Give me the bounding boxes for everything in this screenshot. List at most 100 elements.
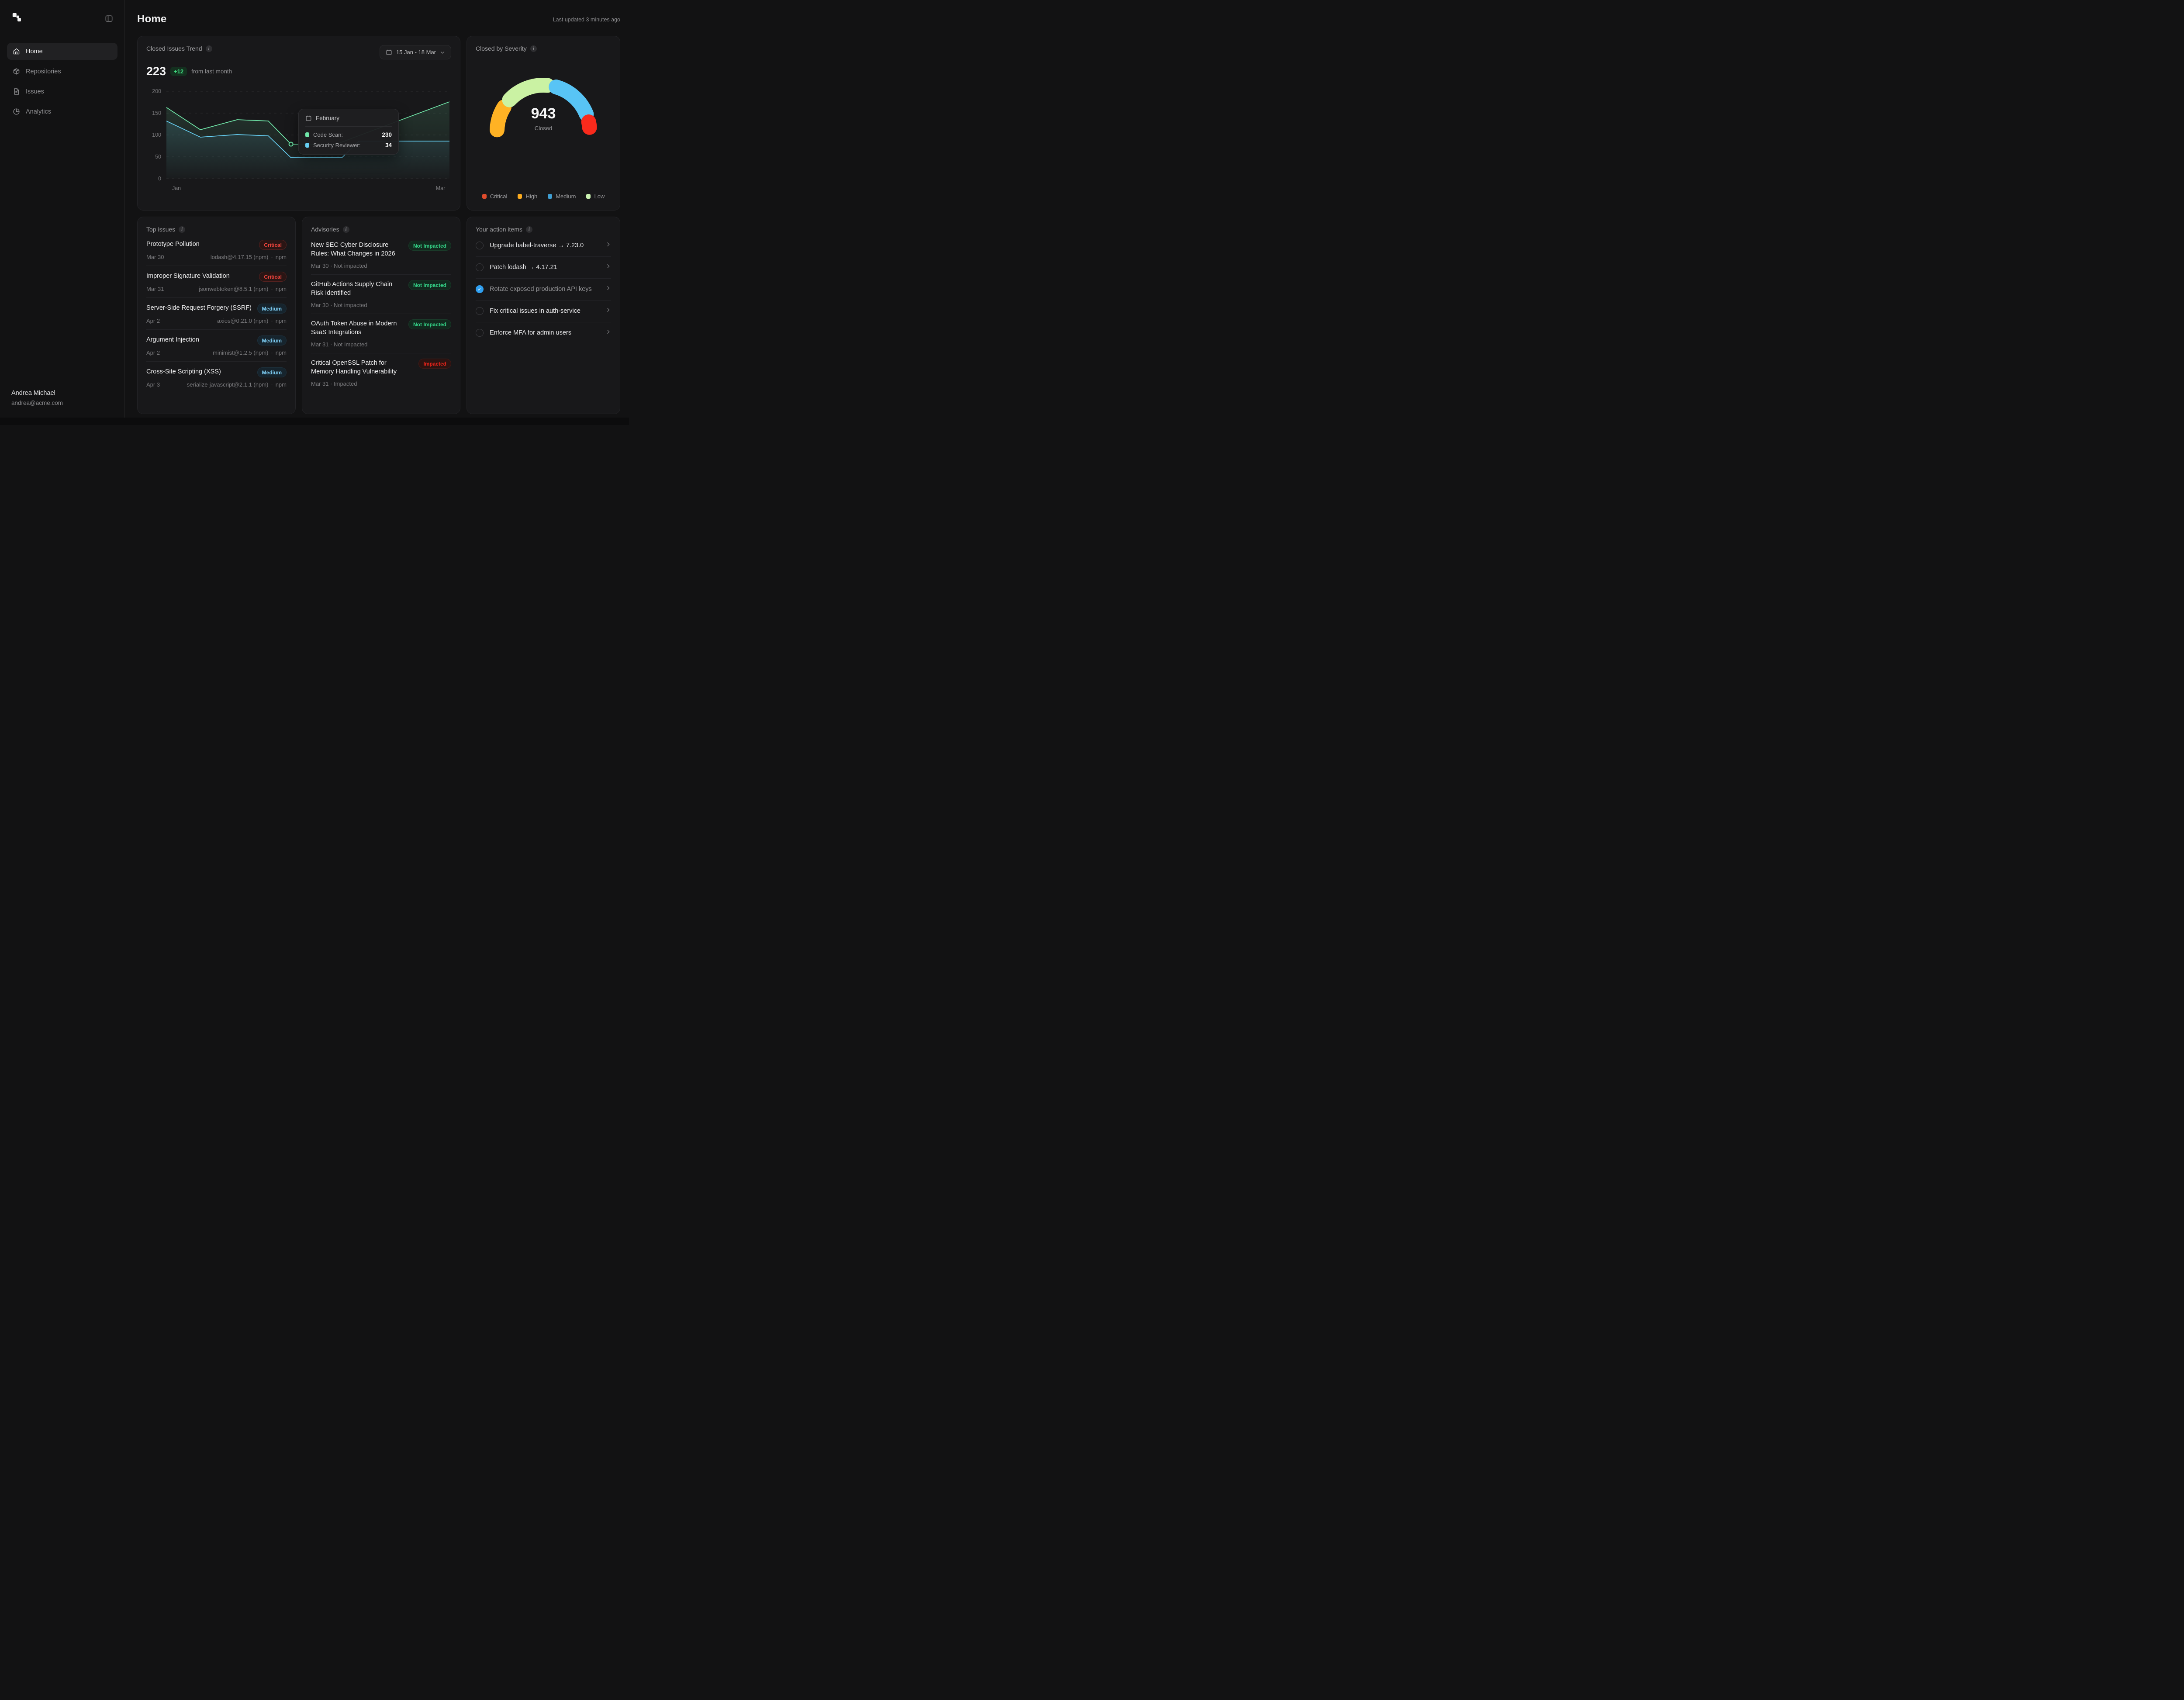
user-email: andrea@acme.com	[11, 400, 63, 406]
app-logo-icon	[11, 11, 23, 25]
action-item-row[interactable]: Enforce MFA for admin users	[476, 322, 611, 344]
advisory-title: New SEC Cyber Disclosure Rules: What Cha…	[311, 241, 404, 258]
legend-item-critical[interactable]: Critical	[482, 193, 508, 200]
svg-text:150: 150	[152, 110, 161, 116]
advisory-meta: Mar 30 · Not impacted	[311, 263, 451, 269]
chevron-right-icon	[605, 285, 611, 293]
checkbox-unchecked[interactable]	[476, 263, 484, 271]
advisories-card: Advisories i New SEC Cyber Disclosure Ru…	[302, 217, 460, 414]
issue-row[interactable]: Cross-Site Scripting (XSS) Medium Apr 3 …	[146, 362, 287, 393]
tooltip-label: Code Scan:	[313, 131, 343, 138]
advisories-title: Advisories	[311, 226, 339, 233]
severity-card-title: Closed by Severity	[476, 45, 527, 52]
advisory-meta: Mar 31 · Not Impacted	[311, 341, 451, 348]
issue-source: npm	[276, 286, 287, 292]
top-issues-list: Prototype Pollution Critical Mar 30 loda…	[146, 233, 287, 393]
info-icon[interactable]: i	[526, 226, 532, 233]
package-icon	[13, 68, 20, 75]
user-info[interactable]: Andrea Michael andrea@acme.com	[11, 390, 63, 406]
delta-note: from last month	[191, 68, 232, 75]
issue-package: serialize-javascript@2.1.1 (npm)	[187, 381, 269, 388]
issue-title: Cross-Site Scripting (XSS)	[146, 367, 221, 376]
issue-date: Apr 2	[146, 318, 160, 324]
tooltip-label: Security Reviewer:	[313, 142, 360, 149]
info-icon[interactable]: i	[179, 226, 185, 233]
tooltip-row: Code Scan: 230	[305, 131, 392, 138]
info-icon[interactable]: i	[206, 45, 212, 52]
info-icon[interactable]: i	[343, 226, 349, 233]
issue-date: Mar 31	[146, 286, 164, 292]
chevron-right-icon	[605, 307, 611, 315]
advisory-meta: Mar 30 · Not impacted	[311, 302, 451, 308]
checkbox-unchecked[interactable]	[476, 307, 484, 315]
action-items-card: Your action items i Upgrade babel-traver…	[467, 217, 620, 414]
closed-issues-trend-card: Closed Issues Trend i 15 Jan - 18 Mar	[137, 36, 460, 211]
impact-badge: Not Impacted	[408, 319, 451, 329]
issue-title: Prototype Pollution	[146, 240, 200, 249]
action-item-row[interactable]: Fix critical issues in auth-service	[476, 301, 611, 322]
advisory-meta: Mar 31 · Impacted	[311, 380, 451, 387]
advisory-row[interactable]: Critical OpenSSL Patch for Memory Handli…	[311, 353, 451, 392]
date-range-selector[interactable]: 15 Jan - 18 Mar	[380, 45, 451, 59]
sidebar-item-label: Home	[26, 48, 43, 55]
severity-badge: Critical	[259, 272, 287, 282]
security-reviewer-swatch	[305, 143, 309, 148]
legend-item-low[interactable]: Low	[586, 193, 605, 200]
sidebar-item-repositories[interactable]: Repositories	[7, 63, 117, 80]
date-range-label: 15 Jan - 18 Mar	[396, 49, 436, 55]
advisory-row[interactable]: New SEC Cyber Disclosure Rules: What Cha…	[311, 233, 451, 275]
issue-row[interactable]: Server-Side Request Forgery (SSRF) Mediu…	[146, 298, 287, 330]
window-bottom-strip	[0, 418, 629, 425]
closed-issues-count: 223	[146, 65, 166, 78]
action-item-row[interactable]: Upgrade babel-traverse → 7.23.0	[476, 233, 611, 257]
checkbox-unchecked[interactable]	[476, 242, 484, 249]
checkbox-checked[interactable]: ✓	[476, 285, 484, 293]
action-items-list: Upgrade babel-traverse → 7.23.0 Patch lo…	[476, 233, 611, 344]
action-item-row[interactable]: Patch lodash → 4.17.21	[476, 257, 611, 279]
action-label: Fix critical issues in auth-service	[490, 308, 581, 314]
user-name: Andrea Michael	[11, 390, 63, 397]
tooltip-row: Security Reviewer: 34	[305, 142, 392, 149]
issue-row[interactable]: Argument Injection Medium Apr 2 minimist…	[146, 330, 287, 362]
issue-source: npm	[276, 254, 287, 260]
delta-badge: +12	[170, 67, 187, 76]
sidebar-item-label: Repositories	[26, 68, 61, 75]
issue-row[interactable]: Improper Signature Validation Critical M…	[146, 266, 287, 298]
legend-item-medium[interactable]: Medium	[548, 193, 576, 200]
action-item-row[interactable]: ✓ Rotate exposed production API keys	[476, 279, 611, 301]
advisory-row[interactable]: GitHub Actions Supply Chain Risk Identif…	[311, 275, 451, 314]
pie-chart-icon	[13, 108, 20, 115]
issue-title: Server-Side Request Forgery (SSRF)	[146, 304, 252, 312]
severity-badge: Medium	[257, 304, 287, 314]
severity-badge: Critical	[259, 240, 287, 250]
sidebar-item-issues[interactable]: Issues	[7, 83, 117, 100]
chevron-right-icon	[605, 329, 611, 337]
svg-text:Jan: Jan	[172, 185, 181, 191]
home-icon	[13, 48, 20, 55]
sidebar-item-home[interactable]: Home	[7, 43, 117, 60]
tooltip-value: 34	[385, 142, 392, 149]
issue-package: jsonwebtoken@8.5.1 (npm)	[199, 286, 268, 292]
last-updated-text: Last updated 3 minutes ago	[553, 17, 620, 23]
advisory-row[interactable]: OAuth Token Abuse in Modern SaaS Integra…	[311, 314, 451, 353]
svg-text:200: 200	[152, 88, 161, 94]
code-scan-swatch	[305, 132, 309, 137]
legend-item-high[interactable]: High	[518, 193, 537, 200]
sidebar-nav: Home Repositories Issues	[7, 43, 117, 120]
closed-by-severity-card: Closed by Severity i 943 Closed Critical	[467, 36, 620, 211]
checkbox-unchecked[interactable]	[476, 329, 484, 337]
advisory-title: Critical OpenSSL Patch for Memory Handli…	[311, 359, 408, 376]
info-icon[interactable]: i	[530, 45, 537, 52]
impact-badge: Not Impacted	[408, 280, 451, 290]
issue-package: axios@0.21.0 (npm)	[217, 318, 268, 324]
issue-package: lodash@4.17.15 (npm)	[211, 254, 268, 260]
collapse-sidebar-button[interactable]	[105, 14, 113, 23]
svg-text:Mar: Mar	[436, 185, 446, 191]
issue-date: Apr 3	[146, 381, 160, 388]
advisory-title: OAuth Token Abuse in Modern SaaS Integra…	[311, 319, 404, 337]
svg-text:50: 50	[155, 154, 161, 160]
sidebar-item-analytics[interactable]: Analytics	[7, 103, 117, 120]
medium-swatch	[548, 194, 552, 199]
trend-chart[interactable]: 050100150200JanMar February	[146, 84, 451, 197]
issue-row[interactable]: Prototype Pollution Critical Mar 30 loda…	[146, 233, 287, 266]
